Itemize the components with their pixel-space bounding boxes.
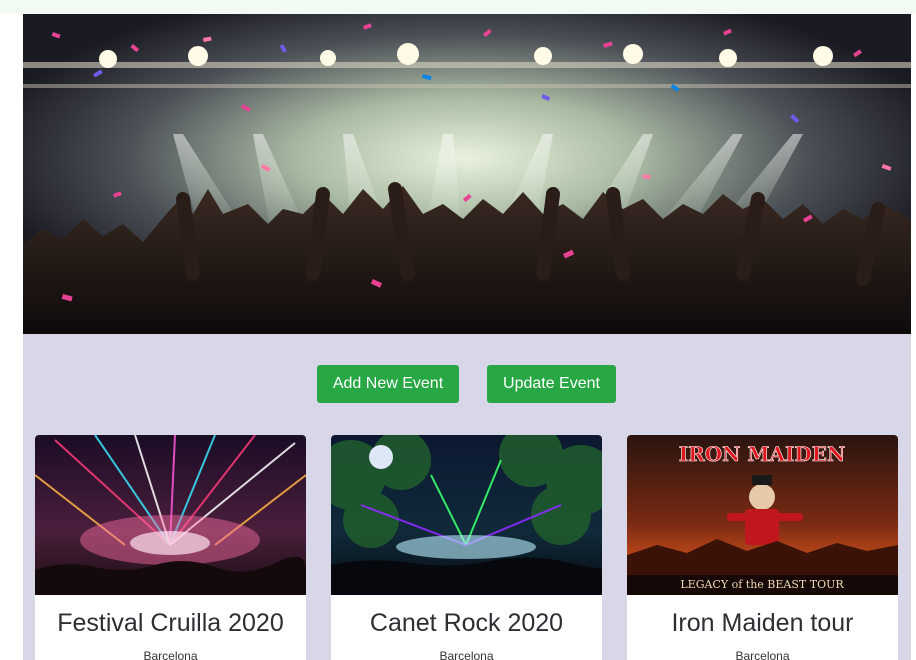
event-card-image[interactable] bbox=[35, 435, 306, 595]
top-band bbox=[0, 0, 916, 14]
concert-crowd-confetti-image bbox=[23, 14, 911, 334]
event-city: Barcelona bbox=[143, 649, 198, 660]
event-city: Barcelona bbox=[735, 649, 790, 660]
outdoor-stage-lasers-image bbox=[331, 435, 602, 595]
event-card-image[interactable]: IRON MAIDEN LEGACY of the BEAST TOUR bbox=[627, 435, 898, 595]
poster-subtitle: LEGACY of the BEAST TOUR bbox=[680, 578, 844, 591]
event-title: Canet Rock 2020 bbox=[369, 609, 564, 637]
event-city: Barcelona bbox=[439, 649, 494, 660]
event-card[interactable]: IRON MAIDEN LEGACY of the BEAST TOUR Iro… bbox=[627, 435, 898, 660]
poster-title: IRON MAIDEN bbox=[679, 442, 846, 466]
event-title: Festival Cruilla 2020 bbox=[57, 609, 284, 637]
hero-banner bbox=[23, 14, 911, 334]
festival-lights-stage-image bbox=[35, 435, 306, 595]
add-new-event-button[interactable]: Add New Event bbox=[317, 365, 459, 403]
event-card-image[interactable] bbox=[331, 435, 602, 595]
iron-maiden-poster-image: IRON MAIDEN LEGACY of the BEAST TOUR bbox=[627, 435, 898, 595]
main-content: Add New Event Update Event Festival Crui… bbox=[23, 14, 911, 660]
event-actions: Add New Event Update Event bbox=[23, 365, 911, 403]
event-card[interactable]: Festival Cruilla 2020 Barcelona bbox=[35, 435, 306, 660]
update-event-button[interactable]: Update Event bbox=[487, 365, 616, 403]
event-title: Iron Maiden tour bbox=[671, 609, 854, 637]
event-card[interactable]: Canet Rock 2020 Barcelona bbox=[331, 435, 602, 660]
